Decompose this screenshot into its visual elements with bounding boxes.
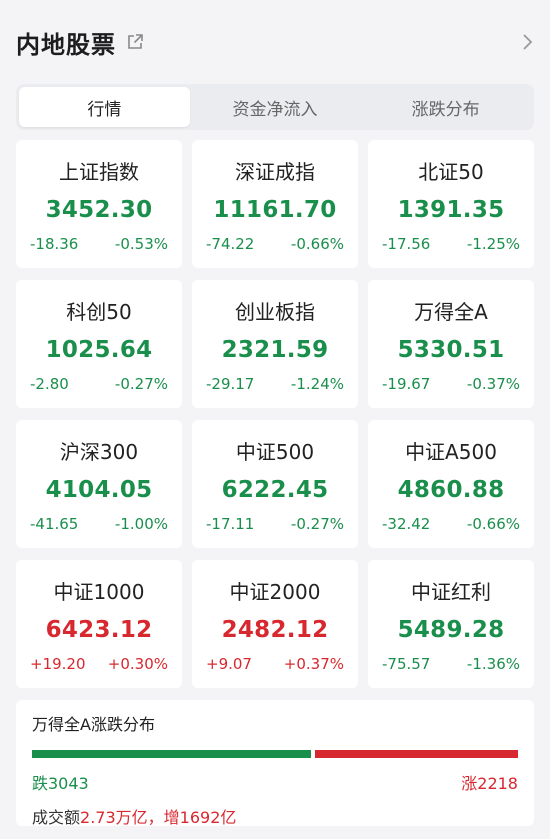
page: 内地股票 行情 资金净流入 涨跌分布 上证指数 3452.30 -18.36 -… — [0, 0, 550, 839]
index-value: 1025.64 — [45, 337, 153, 363]
index-change-pct: -1.25% — [466, 235, 520, 253]
index-name: 创业板指 — [235, 300, 315, 324]
index-changes: -17.56 -1.25% — [368, 235, 534, 253]
index-card[interactable]: 沪深300 4104.05 -41.65 -1.00% — [16, 420, 182, 548]
turnover-separator: ， — [147, 808, 164, 827]
index-value: 2482.12 — [221, 617, 329, 643]
index-value: 5489.28 — [397, 617, 505, 643]
index-change: -75.57 — [382, 655, 431, 673]
index-grid: 上证指数 3452.30 -18.36 -0.53% 深证成指 11161.70… — [16, 140, 534, 688]
share-icon[interactable] — [126, 33, 144, 51]
tab-bar: 行情 资金净流入 涨跌分布 — [16, 84, 534, 130]
tab-distribution[interactable]: 涨跌分布 — [360, 87, 531, 127]
distribution-panel[interactable]: 万得全A涨跌分布 跌3043 涨2218 成交额2.73万亿，增1692亿 — [16, 700, 534, 828]
distribution-bar-fall — [32, 750, 311, 758]
index-changes: +19.20 +0.30% — [16, 655, 182, 673]
index-changes: -41.65 -1.00% — [16, 515, 182, 533]
turnover-increase: 增1692亿 — [163, 808, 237, 827]
index-card[interactable]: 深证成指 11161.70 -74.22 -0.66% — [192, 140, 358, 268]
index-name: 上证指数 — [59, 160, 139, 184]
index-changes: +9.07 +0.37% — [192, 655, 358, 673]
index-changes: -2.80 -0.27% — [16, 375, 182, 393]
index-name: 北证50 — [418, 160, 484, 184]
index-card[interactable]: 中证1000 6423.12 +19.20 +0.30% — [16, 560, 182, 688]
index-change-pct: -1.00% — [114, 515, 168, 533]
index-card[interactable]: 上证指数 3452.30 -18.36 -0.53% — [16, 140, 182, 268]
header-left: 内地股票 — [16, 25, 144, 60]
index-card[interactable]: 中证A500 4860.88 -32.42 -0.66% — [368, 420, 534, 548]
index-change-pct: -0.66% — [290, 235, 344, 253]
index-name: 沪深300 — [59, 440, 139, 464]
index-change-pct: +0.30% — [107, 655, 168, 673]
index-change-pct: -0.27% — [290, 515, 344, 533]
index-change: -29.17 — [206, 375, 255, 393]
index-value: 4104.05 — [45, 477, 153, 503]
rise-count: 涨2218 — [461, 774, 518, 793]
tab-market[interactable]: 行情 — [19, 87, 190, 127]
index-change: -41.65 — [30, 515, 79, 533]
index-change: -32.42 — [382, 515, 431, 533]
index-change: -74.22 — [206, 235, 255, 253]
distribution-bar-rise — [315, 750, 518, 758]
index-changes: -75.57 -1.36% — [368, 655, 534, 673]
index-card[interactable]: 北证50 1391.35 -17.56 -1.25% — [368, 140, 534, 268]
turnover-line: 成交额2.73万亿，增1692亿 — [32, 804, 518, 828]
distribution-title: 万得全A涨跌分布 — [32, 715, 155, 734]
page-title: 内地股票 — [16, 30, 116, 59]
index-value: 2321.59 — [221, 337, 329, 363]
index-change-pct: -1.24% — [290, 375, 344, 393]
index-name: 中证红利 — [411, 580, 491, 604]
index-change-pct: +0.37% — [283, 655, 344, 673]
index-card[interactable]: 中证2000 2482.12 +9.07 +0.37% — [192, 560, 358, 688]
turnover-label: 成交额 — [32, 808, 81, 827]
index-change: -18.36 — [30, 235, 79, 253]
index-changes: -74.22 -0.66% — [192, 235, 358, 253]
header: 内地股票 — [16, 0, 534, 84]
index-change: -17.56 — [382, 235, 431, 253]
index-value: 6423.12 — [45, 617, 153, 643]
index-change: -17.11 — [206, 515, 255, 533]
index-name: 深证成指 — [235, 160, 315, 184]
index-card[interactable]: 中证500 6222.45 -17.11 -0.27% — [192, 420, 358, 548]
index-changes: -29.17 -1.24% — [192, 375, 358, 393]
index-changes: -18.36 -0.53% — [16, 235, 182, 253]
chevron-right-icon[interactable] — [520, 32, 534, 52]
index-changes: -17.11 -0.27% — [192, 515, 358, 533]
index-name: 中证A500 — [405, 440, 497, 464]
index-name: 中证500 — [235, 440, 315, 464]
index-card[interactable]: 万得全A 5330.51 -19.67 -0.37% — [368, 280, 534, 408]
index-value: 1391.35 — [397, 197, 505, 223]
tab-net-inflow[interactable]: 资金净流入 — [190, 87, 361, 127]
fall-count: 跌3043 — [32, 774, 89, 793]
index-name: 中证2000 — [229, 580, 321, 604]
index-value: 5330.51 — [397, 337, 505, 363]
index-changes: -32.42 -0.66% — [368, 515, 534, 533]
index-change-pct: -0.27% — [114, 375, 168, 393]
index-change: -19.67 — [382, 375, 431, 393]
index-card[interactable]: 中证红利 5489.28 -75.57 -1.36% — [368, 560, 534, 688]
index-change: +9.07 — [206, 655, 252, 673]
index-value: 11161.70 — [213, 197, 337, 223]
index-change: -2.80 — [30, 375, 69, 393]
index-name: 中证1000 — [53, 580, 145, 604]
index-name: 万得全A — [414, 300, 488, 324]
index-value: 6222.45 — [221, 477, 329, 503]
index-card[interactable]: 科创50 1025.64 -2.80 -0.27% — [16, 280, 182, 408]
index-change: +19.20 — [30, 655, 86, 673]
distribution-counts: 跌3043 涨2218 — [32, 770, 518, 794]
index-change-pct: -0.37% — [466, 375, 520, 393]
turnover-value: 2.73万亿 — [80, 808, 148, 827]
index-change-pct: -0.66% — [466, 515, 520, 533]
index-changes: -19.67 -0.37% — [368, 375, 534, 393]
index-change-pct: -0.53% — [114, 235, 168, 253]
index-card[interactable]: 创业板指 2321.59 -29.17 -1.24% — [192, 280, 358, 408]
index-value: 4860.88 — [397, 477, 505, 503]
distribution-bar — [32, 750, 518, 758]
index-value: 3452.30 — [45, 197, 153, 223]
index-name: 科创50 — [66, 300, 132, 324]
index-change-pct: -1.36% — [466, 655, 520, 673]
